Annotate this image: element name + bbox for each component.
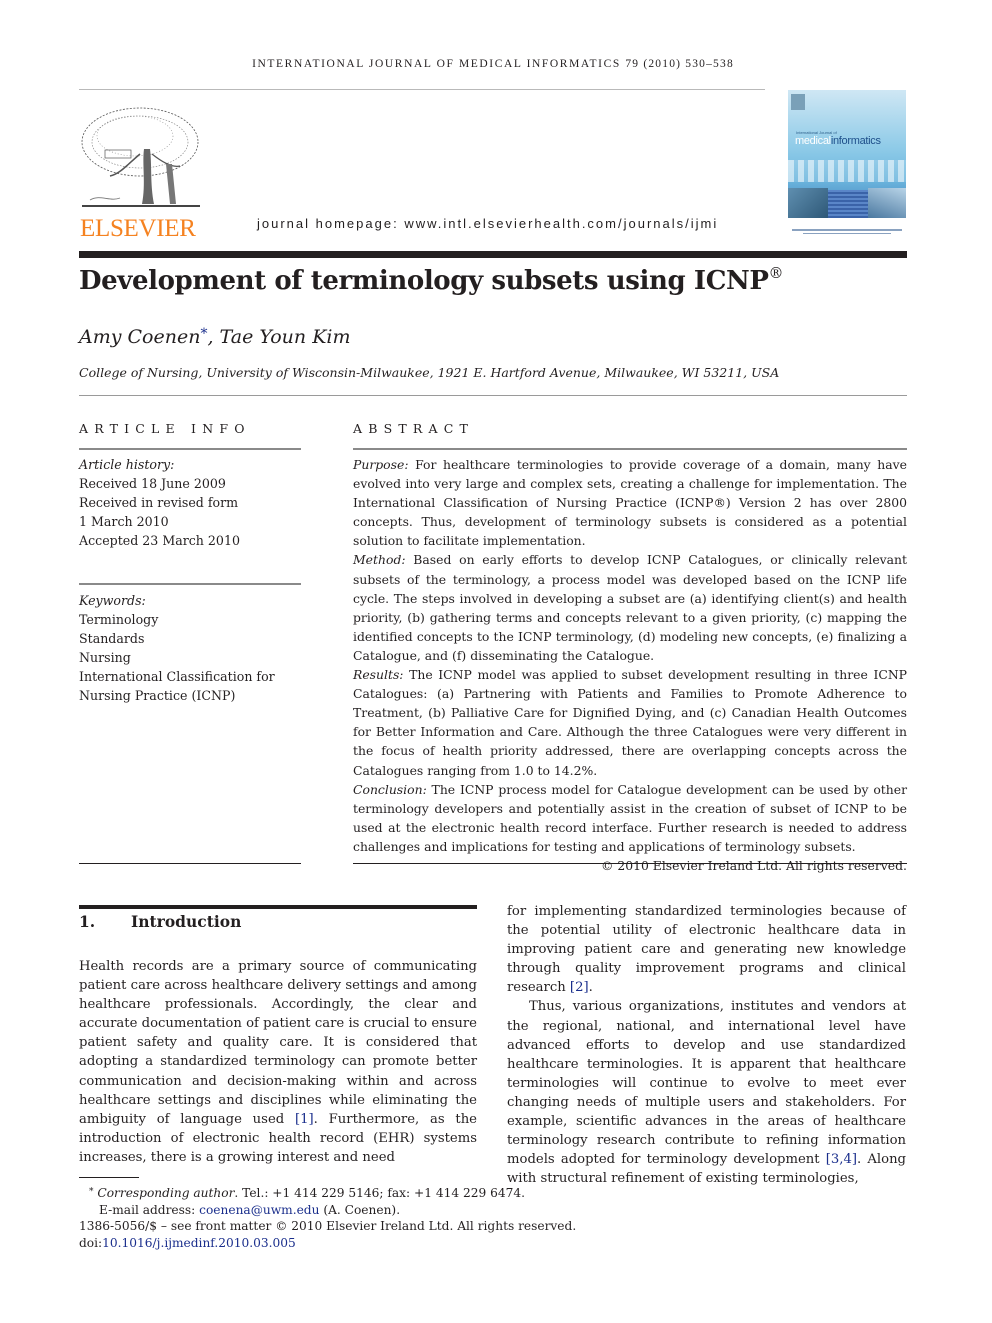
abstract-results: Results: The ICNP model was applied to s…	[353, 665, 907, 780]
intro-paragraph: for implementing standardized terminolog…	[507, 902, 906, 997]
keyword-item: Nursing	[79, 650, 131, 666]
doi-line: doi:10.1016/j.ijmedinf.2010.03.005	[79, 1235, 679, 1252]
abstract-heading: Purpose:	[353, 457, 409, 472]
volume-info: 79 (2010) 530–538	[625, 58, 734, 70]
intro-paragraph: Health records are a primary source of c…	[79, 957, 477, 1167]
doi-label: doi:	[79, 1235, 103, 1250]
abstract-paragraph: Based on early efforts to develop ICNP C…	[353, 552, 907, 663]
intro-column-1: Health records are a primary source of c…	[79, 957, 477, 1167]
email-note: E-mail address: coenena@uwm.edu (A. Coen…	[79, 1202, 679, 1219]
email-label: E-mail address:	[99, 1202, 200, 1217]
header-divider	[79, 89, 765, 90]
abstract-heading: Results:	[353, 667, 404, 683]
keyword-item: International Classification for	[79, 669, 275, 685]
abstract-heading: Method:	[353, 552, 406, 568]
contact-info: . Tel.: +1 414 229 5146; fax: +1 414 229…	[234, 1186, 526, 1200]
running-header: International Journal of Medical Informa…	[79, 58, 907, 70]
body-text: Health records are a primary source of c…	[79, 959, 477, 1127]
abstract-label: ABSTRACT	[353, 421, 475, 436]
body-text: .	[588, 980, 593, 996]
abstract-paragraph: The ICNP process model for Catalogue dev…	[353, 781, 907, 854]
history-item: Accepted 23 March 2010	[79, 533, 240, 549]
history-item: 1 March 2010	[79, 514, 169, 530]
author-separator: ,	[207, 326, 220, 348]
article-history-label: Article history:	[79, 457, 175, 472]
front-matter: 1386-5056/$ – see front matter © 2010 El…	[79, 1219, 577, 1233]
abstract-conclusion: Conclusion: The ICNP process model for C…	[353, 780, 907, 856]
keywords-label: Keywords:	[79, 593, 146, 608]
homepage-link[interactable]: www.intl.elsevierhealth.com/journals/ijm…	[404, 216, 718, 231]
history-item: Received in revised form	[79, 495, 239, 511]
tree-icon	[81, 107, 200, 207]
body-text: Thus, various organizations, institutes …	[507, 999, 906, 1168]
author-list: Amy Coenen*, Tae Youn Kim	[79, 326, 351, 348]
cover-title-part1: medical	[795, 135, 831, 147]
keyword-item: Terminology	[79, 612, 159, 628]
abstract-body: Purpose: For healthcare terminologies to…	[353, 455, 907, 875]
cover-caption	[792, 229, 902, 235]
citation-link[interactable]: [3,4]	[826, 1152, 857, 1167]
elsevier-logo: ELSEVIER	[80, 104, 202, 242]
keywords-rule	[79, 583, 301, 585]
footnote-label: Corresponding author	[97, 1186, 235, 1200]
footnote-rule	[79, 1177, 139, 1178]
cover-light-band	[788, 160, 906, 182]
intro-paragraph: Thus, various organizations, institutes …	[507, 997, 906, 1188]
abstract-copyright: © 2010 Elsevier Ireland Ltd. All rights …	[601, 857, 907, 873]
abstract-paragraph: The ICNP model was applied to subset dev…	[353, 667, 907, 778]
journal-cover-image: International Journal of medicalinformat…	[788, 90, 906, 218]
elsevier-wordmark: ELSEVIER	[80, 215, 196, 242]
keyword-item: Nursing Practice (ICNP)	[79, 688, 236, 704]
title-rule	[79, 251, 907, 258]
doi-link[interactable]: 10.1016/j.ijmedinf.2010.03.005	[102, 1236, 296, 1250]
article-history: Article history: Received 18 June 2009 R…	[79, 455, 301, 550]
affiliation: College of Nursing, University of Wiscon…	[79, 365, 780, 380]
homepage-label: journal homepage:	[257, 216, 405, 231]
article-info-bottom-rule	[79, 863, 301, 864]
cover-photo-data	[828, 190, 868, 218]
intro-column-2: for implementing standardized terminolog…	[507, 902, 906, 1188]
journal-homepage: journal homepage: www.intl.elsevierhealt…	[257, 216, 718, 231]
email-link[interactable]: coenena@uwm.edu	[199, 1203, 319, 1217]
cover-title: medicalinformatics	[795, 135, 881, 147]
citation-link[interactable]: [2]	[570, 980, 589, 995]
article-info-rule	[79, 448, 301, 450]
cover-photo-device	[868, 188, 906, 218]
journal-name: International Journal of Medical Informa…	[252, 58, 621, 70]
section-rule	[79, 905, 477, 909]
corresponding-author-note: * Corresponding author. Tel.: +1 414 229…	[79, 1184, 679, 1202]
cover-title-part2: informatics	[830, 135, 881, 147]
citation-link[interactable]: [1]	[295, 1112, 314, 1127]
abstract-heading: Conclusion:	[353, 781, 427, 797]
section-number: 1.	[79, 912, 96, 931]
section-heading: Introduction	[131, 912, 242, 931]
email-owner: (A. Coenen).	[319, 1202, 401, 1217]
author-name: Amy Coenen	[79, 326, 201, 348]
author-name: Tae Youn Kim	[219, 326, 351, 348]
keyword-item: Standards	[79, 631, 145, 647]
abstract-bottom-rule	[353, 863, 907, 864]
cover-publisher-logo	[791, 94, 805, 110]
keywords: Keywords: Terminology Standards Nursing …	[79, 591, 301, 706]
title-text: Development of terminology subsets using…	[79, 266, 769, 296]
abstract-purpose: Purpose: For healthcare terminologies to…	[353, 455, 907, 550]
footnote-mark: *	[89, 1187, 94, 1197]
history-item: Received 18 June 2009	[79, 476, 226, 492]
registered-mark: ®	[768, 264, 784, 282]
cover-photo-patient	[788, 188, 828, 218]
footnotes: * Corresponding author. Tel.: +1 414 229…	[79, 1184, 679, 1251]
abstract-method: Method: Based on early efforts to develo…	[353, 550, 907, 665]
article-info-label: ARTICLE INFO	[79, 421, 251, 436]
affiliation-rule	[79, 395, 907, 396]
abstract-paragraph: For healthcare terminologies to provide …	[353, 457, 907, 549]
article-title: Development of terminology subsets using…	[79, 264, 783, 296]
body-text: for implementing standardized terminolog…	[507, 904, 906, 996]
abstract-rule	[353, 448, 907, 450]
